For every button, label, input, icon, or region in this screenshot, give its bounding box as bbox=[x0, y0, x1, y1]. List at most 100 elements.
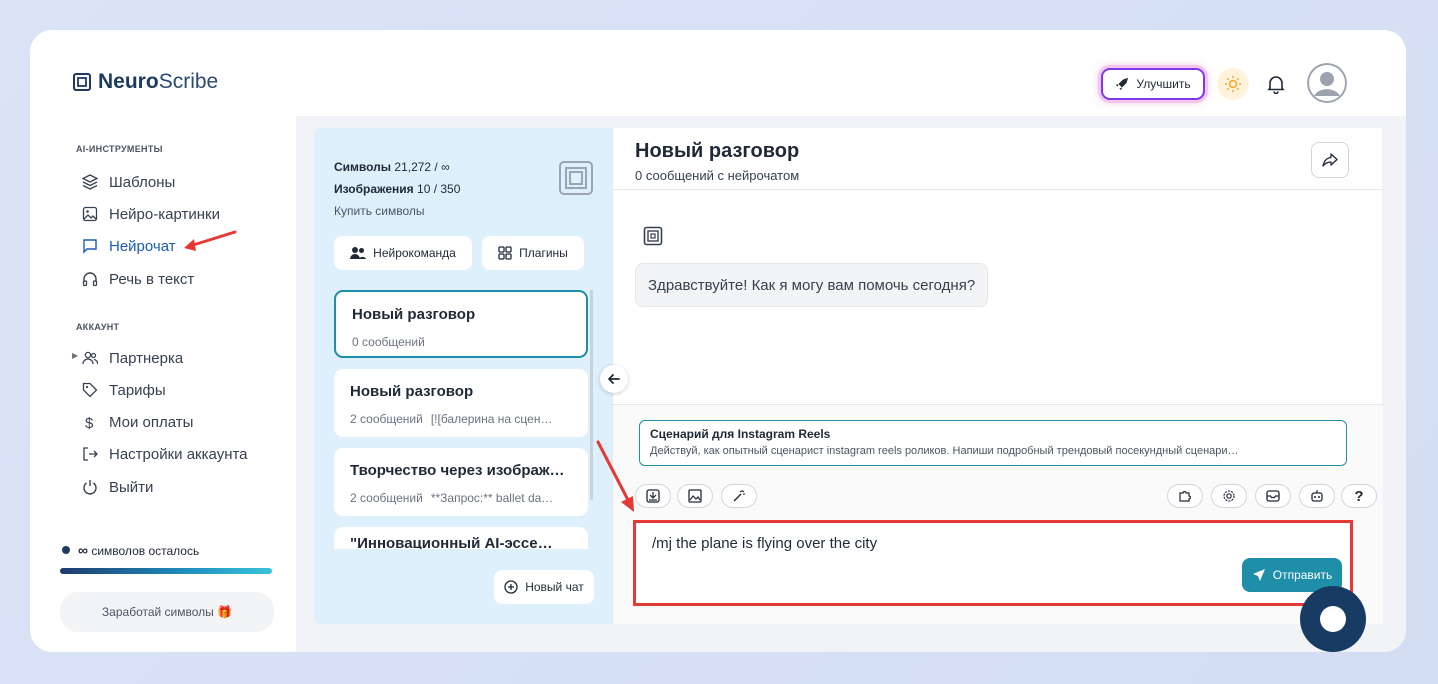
chat-item-count: 0 сообщений bbox=[352, 335, 425, 349]
symbols-progress-bar bbox=[60, 568, 272, 574]
gear-icon bbox=[1223, 490, 1235, 502]
share-button[interactable] bbox=[1311, 142, 1349, 178]
bot-logo-icon bbox=[643, 226, 663, 246]
share-icon bbox=[1322, 153, 1338, 167]
chat-list-item[interactable]: Новый разговор 2 сообщений [![балерина на… bbox=[334, 369, 588, 437]
symbols-value: 21,272 / ∞ bbox=[394, 160, 450, 174]
neuroteam-button[interactable]: Нейрокоманда bbox=[334, 236, 472, 270]
plugins-button[interactable]: Плагины bbox=[482, 236, 584, 270]
symbols-label: Символы bbox=[334, 160, 392, 174]
selected-template[interactable]: Сценарий для Instagram Reels Действуй, к… bbox=[639, 420, 1347, 466]
sidebar-item-label: Нейрочат bbox=[109, 237, 176, 255]
template-description: Действуй, как опытный сценарист instagra… bbox=[650, 445, 1239, 457]
chat-item-title: "Инновационный AI-эссе… bbox=[350, 535, 553, 549]
sidebar-item-label: Выйти bbox=[109, 478, 154, 496]
chat-list-item[interactable]: Новый разговор 0 сообщений bbox=[334, 290, 588, 358]
expand-caret-icon[interactable]: ▶ bbox=[72, 351, 78, 360]
sidebar-item-settings[interactable]: Настройки аккаунта bbox=[82, 442, 248, 466]
section-title-account: АККАУНТ bbox=[76, 322, 120, 332]
sidebar-item-logout[interactable]: Выйти bbox=[82, 475, 153, 499]
plugin-button[interactable] bbox=[1167, 484, 1203, 508]
chat-item-title: Творчество через изображ… bbox=[350, 462, 565, 479]
inbox-button[interactable] bbox=[1255, 484, 1291, 508]
theme-toggle[interactable] bbox=[1217, 68, 1249, 100]
headphones-icon bbox=[82, 272, 98, 287]
status-dot bbox=[62, 546, 70, 554]
chat-icon bbox=[83, 239, 97, 254]
image-icon bbox=[688, 489, 702, 503]
chat-list-scrollbar[interactable] bbox=[590, 290, 593, 500]
plus-circle-icon bbox=[504, 580, 518, 594]
download-box-icon bbox=[646, 489, 660, 503]
sidebar-item-speech[interactable]: Речь в текст bbox=[82, 267, 194, 291]
earn-symbols-button[interactable]: Заработай символы 🎁 bbox=[60, 592, 274, 632]
chat-subtitle: 0 сообщений с нейрочатом bbox=[635, 168, 800, 183]
upgrade-label: Улучшить bbox=[1136, 77, 1191, 91]
sidebar-item-label: Мои оплаты bbox=[109, 413, 194, 431]
team-icon bbox=[350, 247, 367, 259]
upgrade-button[interactable]: Улучшить bbox=[1101, 68, 1205, 100]
collapse-panel-button[interactable] bbox=[600, 365, 628, 393]
sidebar-item-label: Тарифы bbox=[109, 381, 166, 399]
logo-icon bbox=[73, 73, 91, 91]
chat-item-title: Новый разговор bbox=[352, 306, 476, 323]
robot-icon bbox=[1311, 490, 1323, 502]
sidebar-item-label: Партнерка bbox=[109, 349, 184, 367]
sidebar-item-partner[interactable]: Партнерка bbox=[82, 346, 183, 370]
brand-bold: Neuro bbox=[98, 70, 159, 93]
chat-title: Новый разговор bbox=[635, 140, 800, 162]
app-logo-icon bbox=[559, 161, 593, 195]
sidebar-item-label: Речь в текст bbox=[109, 270, 195, 288]
login-icon bbox=[83, 447, 98, 461]
section-title-ai: AI-ИНСТРУМЕНТЫ bbox=[76, 144, 163, 154]
support-chat-button[interactable] bbox=[1300, 586, 1366, 652]
sidebar-item-payments[interactable]: $ Мои оплаты bbox=[82, 410, 193, 434]
avatar[interactable] bbox=[1307, 63, 1347, 103]
app-window: NeuroScribe Улучшить AI-ИНСТРУМЕНТЫ Шабл… bbox=[30, 30, 1406, 652]
symbols-left: ∞ символов осталось bbox=[62, 542, 199, 558]
chat-list-panel: Символы 21,272 / ∞ Изображения 10 / 350 … bbox=[314, 128, 612, 624]
help-button[interactable]: ? bbox=[1341, 484, 1377, 508]
dollar-icon: $ bbox=[85, 415, 94, 430]
magic-wand-button[interactable] bbox=[721, 484, 757, 508]
new-chat-button[interactable]: Новый чат bbox=[494, 570, 594, 604]
image-attach-button[interactable] bbox=[677, 484, 713, 508]
arrow-left-icon bbox=[608, 374, 620, 384]
symbols-left-value: ∞ bbox=[78, 542, 88, 558]
sidebar-item-neurochat[interactable]: Нейрочат bbox=[82, 234, 176, 258]
new-chat-label: Новый чат bbox=[525, 580, 584, 594]
bot-message: Здравствуйте! Как я могу вам помочь сего… bbox=[635, 263, 989, 307]
svg-text:$: $ bbox=[85, 415, 94, 430]
settings-button[interactable] bbox=[1211, 484, 1247, 508]
message-input-value: /mj the plane is flying over the city bbox=[652, 535, 878, 552]
images-label: Изображения bbox=[334, 182, 414, 196]
upload-button[interactable] bbox=[635, 484, 671, 508]
chat-list-item[interactable]: "Инновационный AI-эссе… bbox=[334, 527, 588, 549]
power-icon bbox=[83, 480, 97, 495]
grid-icon bbox=[498, 246, 512, 260]
brand-logo[interactable]: NeuroScribe bbox=[72, 70, 218, 94]
sidebar-item-templates[interactable]: Шаблоны bbox=[82, 170, 175, 194]
chat-item-title: Новый разговор bbox=[350, 383, 474, 400]
top-header: NeuroScribe Улучшить bbox=[30, 30, 1406, 116]
users-icon bbox=[82, 351, 98, 365]
chat-item-count: 2 сообщений bbox=[350, 412, 423, 426]
sun-icon bbox=[1225, 76, 1241, 92]
chat-item-preview: **Запрос:** ballet da… bbox=[430, 491, 554, 505]
sidebar-item-label: Нейро-картинки bbox=[109, 205, 220, 223]
puzzle-icon bbox=[1179, 490, 1192, 502]
buy-symbols-link[interactable]: Купить символы bbox=[334, 200, 460, 222]
send-icon bbox=[1252, 569, 1265, 581]
sidebar-item-images[interactable]: Нейро-картинки bbox=[82, 202, 220, 226]
chat-item-preview: [![балерина на сцен… bbox=[430, 412, 553, 426]
chat-list-item[interactable]: Творчество через изображ… 2 сообщений **З… bbox=[334, 448, 588, 516]
plugins-label: Плагины bbox=[519, 246, 568, 260]
bot-button[interactable] bbox=[1299, 484, 1335, 508]
send-label: Отправить bbox=[1272, 568, 1333, 582]
message-input[interactable]: /mj the plane is flying over the city От… bbox=[633, 520, 1353, 606]
tag-icon bbox=[82, 382, 98, 398]
layers-icon bbox=[82, 174, 98, 190]
sidebar-item-tariffs[interactable]: Тарифы bbox=[82, 378, 166, 402]
inbox-icon bbox=[1266, 490, 1280, 502]
notifications-button[interactable] bbox=[1262, 70, 1290, 98]
